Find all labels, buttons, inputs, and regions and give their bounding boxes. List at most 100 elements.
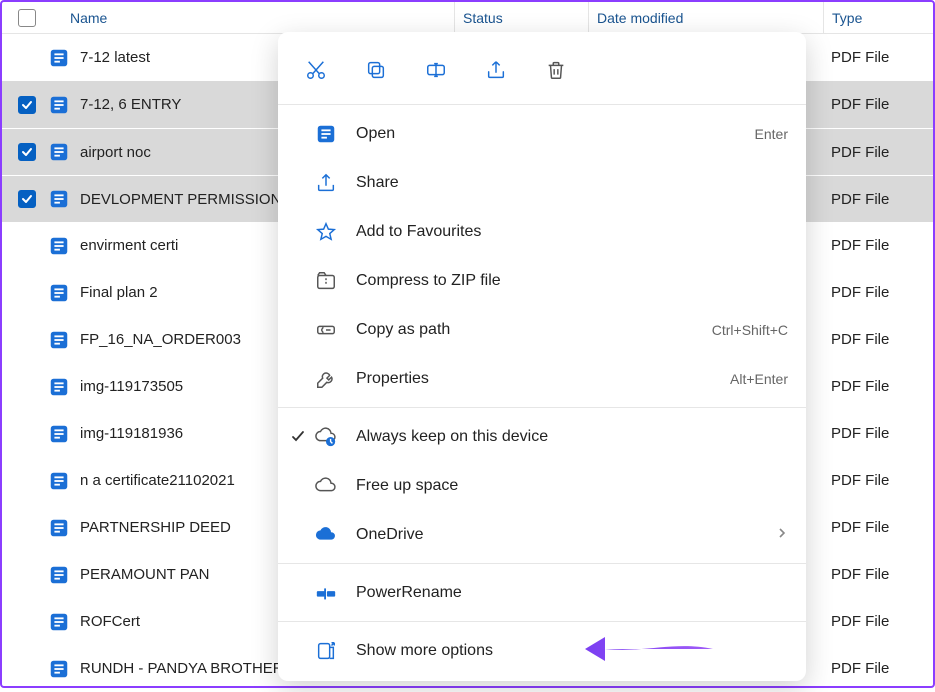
menu-divider — [278, 104, 806, 105]
menu-item-label: Add to Favourites — [356, 223, 788, 241]
menu-item-label: OneDrive — [356, 526, 776, 544]
app-pdf-icon — [314, 122, 338, 146]
menu-item-label: PowerRename — [356, 584, 788, 602]
column-header-status[interactable]: Status — [454, 2, 588, 33]
star-icon — [314, 220, 338, 244]
pdf-file-icon — [48, 376, 70, 398]
menu-item-onedrive[interactable]: OneDrive — [278, 510, 806, 559]
menu-item-shortcut: Alt+Enter — [730, 371, 788, 387]
pdf-file-icon — [48, 564, 70, 586]
column-header-name[interactable]: Name — [48, 10, 454, 26]
menu-item-add-to-favourites[interactable]: Add to Favourites — [278, 207, 806, 256]
menu-item-label: Open — [356, 125, 755, 143]
checkbox-icon — [18, 96, 36, 114]
pdf-file-icon — [48, 470, 70, 492]
row-checkbox[interactable] — [18, 519, 38, 537]
type-cell: PDF File — [823, 519, 933, 536]
menu-item-properties[interactable]: PropertiesAlt+Enter — [278, 354, 806, 403]
context-menu-toolbar — [278, 38, 806, 100]
row-checkbox[interactable] — [18, 237, 38, 255]
pdf-file-icon — [48, 94, 70, 116]
pdf-file-icon — [48, 658, 70, 680]
menu-item-label: Free up space — [356, 477, 788, 495]
row-checkbox[interactable] — [18, 613, 38, 631]
pdf-file-icon — [48, 423, 70, 445]
row-checkbox[interactable] — [18, 660, 38, 678]
row-checkbox[interactable] — [18, 566, 38, 584]
chevron-right-icon — [776, 526, 788, 544]
check-icon — [288, 430, 308, 444]
cut-icon[interactable] — [304, 58, 328, 82]
type-cell: PDF File — [823, 425, 933, 442]
menu-item-open[interactable]: OpenEnter — [278, 109, 806, 158]
checkbox-icon — [18, 190, 36, 208]
row-checkbox[interactable] — [18, 143, 38, 161]
menu-item-always-keep-on-this-device[interactable]: Always keep on this device — [278, 412, 806, 461]
pdf-file-icon — [48, 329, 70, 351]
column-header-date[interactable]: Date modified — [588, 2, 823, 33]
menu-item-show-more-options[interactable]: Show more options — [278, 626, 806, 675]
row-checkbox[interactable] — [18, 425, 38, 443]
menu-item-label: Properties — [356, 370, 730, 388]
cloud-free-icon — [314, 474, 338, 498]
menu-item-label: Share — [356, 174, 788, 192]
share-icon[interactable] — [484, 58, 508, 82]
select-all-checkbox-cell[interactable] — [18, 9, 38, 27]
menu-divider — [278, 563, 806, 564]
checkbox-icon — [18, 9, 36, 27]
pdf-file-icon — [48, 611, 70, 633]
type-cell: PDF File — [823, 566, 933, 583]
row-checkbox[interactable] — [18, 190, 38, 208]
rename-icon[interactable] — [424, 58, 448, 82]
type-cell: PDF File — [823, 191, 933, 208]
menu-divider — [278, 621, 806, 622]
zip-icon — [314, 269, 338, 293]
arrow-annotation — [585, 631, 715, 672]
type-cell: PDF File — [823, 144, 933, 161]
column-header-row: Name Status Date modified Type — [2, 2, 933, 34]
copy-icon[interactable] — [364, 58, 388, 82]
row-checkbox[interactable] — [18, 378, 38, 396]
menu-item-label: Compress to ZIP file — [356, 272, 788, 290]
type-cell: PDF File — [823, 96, 933, 113]
type-cell: PDF File — [823, 613, 933, 630]
menu-item-compress-to-zip-file[interactable]: Compress to ZIP file — [278, 256, 806, 305]
menu-item-share[interactable]: Share — [278, 158, 806, 207]
powerrename-icon — [314, 581, 338, 605]
menu-item-copy-as-path[interactable]: Copy as pathCtrl+Shift+C — [278, 305, 806, 354]
show-more-icon — [314, 639, 338, 663]
type-cell: PDF File — [823, 660, 933, 677]
type-cell: PDF File — [823, 378, 933, 395]
delete-icon[interactable] — [544, 58, 568, 82]
menu-item-shortcut: Enter — [755, 126, 788, 142]
pdf-file-icon — [48, 141, 70, 163]
menu-item-label: Show more options — [356, 642, 788, 660]
menu-item-free-up-space[interactable]: Free up space — [278, 461, 806, 510]
pdf-file-icon — [48, 517, 70, 539]
menu-item-label: Copy as path — [356, 321, 712, 339]
type-cell: PDF File — [823, 49, 933, 66]
menu-item-powerrename[interactable]: PowerRename — [278, 568, 806, 617]
wrench-icon — [314, 367, 338, 391]
onedrive-icon — [314, 523, 338, 547]
type-cell: PDF File — [823, 237, 933, 254]
column-header-type[interactable]: Type — [823, 2, 933, 33]
row-checkbox[interactable] — [18, 96, 38, 114]
pdf-file-icon — [48, 188, 70, 210]
row-checkbox[interactable] — [18, 49, 38, 67]
share-icon — [314, 171, 338, 195]
type-cell: PDF File — [823, 284, 933, 301]
menu-divider — [278, 407, 806, 408]
row-checkbox[interactable] — [18, 331, 38, 349]
menu-item-label: Always keep on this device — [356, 428, 788, 446]
pdf-file-icon — [48, 47, 70, 69]
context-menu: OpenEnter Share Add to Favourites Compress … — [278, 32, 806, 681]
pdf-file-icon — [48, 282, 70, 304]
row-checkbox[interactable] — [18, 472, 38, 490]
type-cell: PDF File — [823, 331, 933, 348]
path-icon — [314, 318, 338, 342]
cloud-keep-icon — [314, 425, 338, 449]
row-checkbox[interactable] — [18, 284, 38, 302]
pdf-file-icon — [48, 235, 70, 257]
menu-item-shortcut: Ctrl+Shift+C — [712, 322, 788, 338]
